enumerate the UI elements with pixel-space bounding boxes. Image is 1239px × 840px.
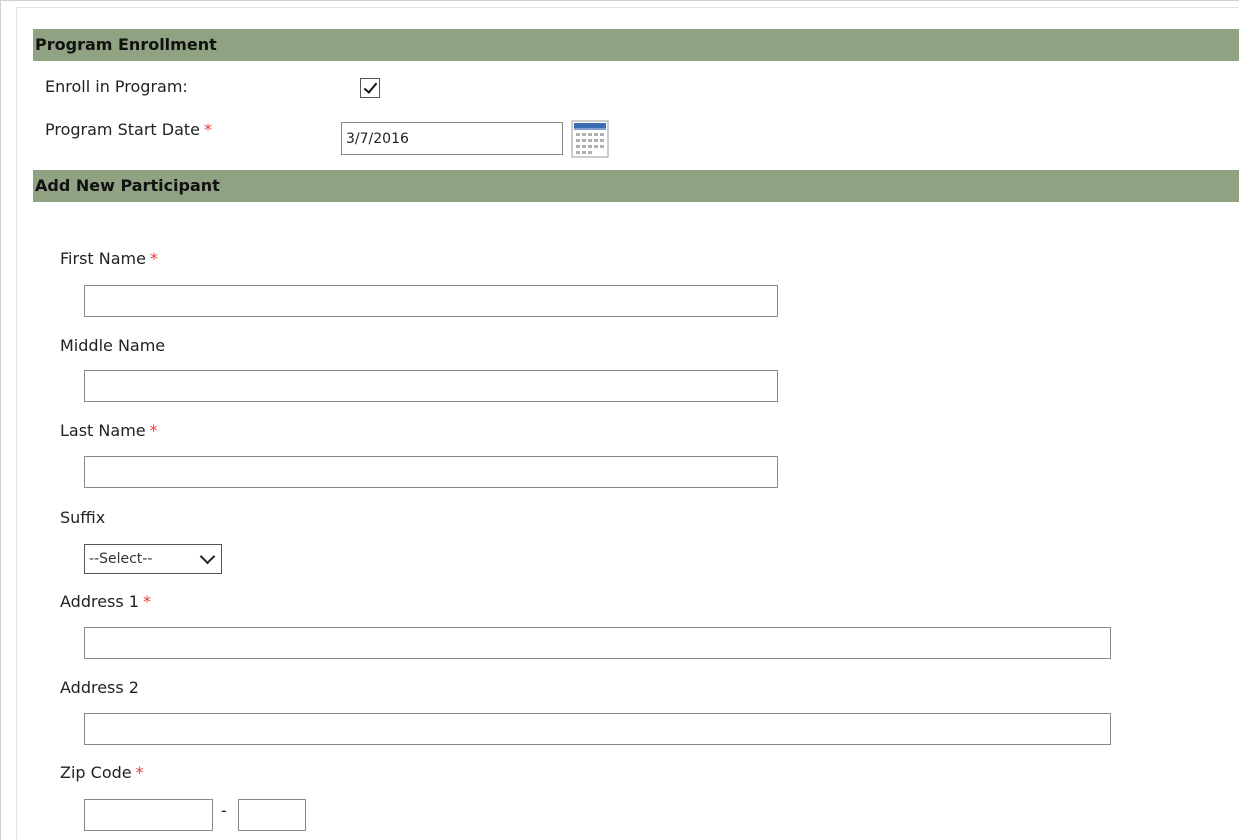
address-2-input[interactable] [84,713,1111,745]
last-name-input[interactable] [84,456,778,488]
calendar-icon[interactable] [571,120,609,158]
zip-code-label-text: Zip Code [60,763,132,782]
frame-divider-left [16,7,17,840]
required-marker: * [135,763,144,782]
first-name-label: First Name * [60,249,158,268]
last-name-label: Last Name * [60,421,158,440]
program-start-date-label: Program Start Date * [45,120,212,139]
first-name-input[interactable] [84,285,778,317]
address-1-label: Address 1 * [60,592,151,611]
program-start-date-input[interactable] [341,122,563,155]
required-marker: * [142,592,151,611]
section-header-program-enrollment: Program Enrollment [33,29,1239,61]
required-marker: * [149,421,158,440]
middle-name-input[interactable] [84,370,778,402]
first-name-label-text: First Name [60,249,146,268]
check-icon [363,79,378,94]
zip-code-label: Zip Code * [60,763,144,782]
frame-divider-top [16,7,1239,8]
section-header-add-new-participant: Add New Participant [33,170,1239,202]
suffix-select[interactable]: --Select-- [84,544,222,574]
chevron-down-icon [199,548,216,565]
zip-code-separator: - [221,801,227,820]
required-marker: * [149,249,158,268]
enroll-in-program-checkbox[interactable] [360,78,380,98]
required-marker: * [204,120,213,139]
address-1-input[interactable] [84,627,1111,659]
last-name-label-text: Last Name [60,421,146,440]
enroll-in-program-label: Enroll in Program: [45,77,188,96]
zip-code-extension-input[interactable] [238,799,306,831]
address-2-label: Address 2 [60,678,139,697]
address-1-label-text: Address 1 [60,592,139,611]
suffix-label: Suffix [60,508,106,527]
program-start-date-label-text: Program Start Date [45,120,201,139]
middle-name-label: Middle Name [60,336,166,355]
zip-code-input[interactable] [84,799,213,831]
suffix-selected-value: --Select-- [89,551,153,567]
